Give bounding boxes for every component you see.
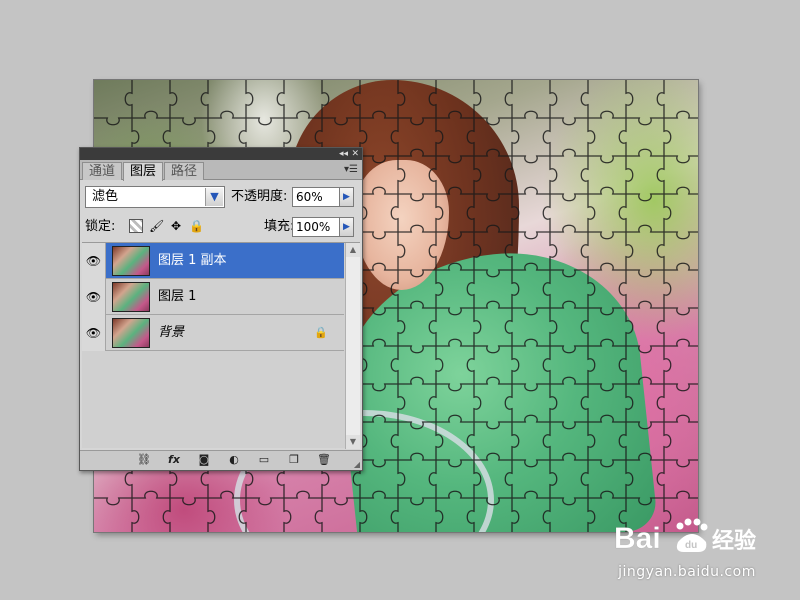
new-layer-icon[interactable]: ❐ xyxy=(284,452,304,468)
panel-menu-icon[interactable]: ▾☰ xyxy=(344,164,358,175)
opacity-input[interactable]: 60% xyxy=(292,187,340,207)
lock-image-brush-icon[interactable]: 🖌 xyxy=(149,219,164,233)
eye-icon[interactable]: 👁 xyxy=(82,243,106,279)
layers-panel[interactable]: ◂◂ ✕ 通道 图层 路径 ▾☰ 滤色 ▼ 不透明度: 60% ▶ 锁定: 🖌 … xyxy=(79,147,363,471)
folder-icon[interactable]: ▭ xyxy=(254,452,274,468)
tab-channels[interactable]: 通道 xyxy=(82,162,123,180)
tab-layers[interactable]: 图层 xyxy=(123,162,164,181)
eye-icon[interactable]: 👁 xyxy=(82,279,106,315)
layer-thumbnail xyxy=(112,282,150,312)
eye-icon[interactable]: 👁 xyxy=(82,315,106,351)
mask-icon[interactable]: ◙ xyxy=(194,452,214,468)
fx-icon[interactable]: fx xyxy=(164,452,184,468)
blend-mode-select[interactable]: 滤色 ▼ xyxy=(85,186,225,208)
baidu-logo: Bai du 经验 xyxy=(614,518,756,555)
trash-icon[interactable]: 🗑 xyxy=(314,452,334,468)
lock-icon: 🔒 xyxy=(314,326,328,339)
panel-bottom-toolbar: ⛓ fx ◙ ◐ ▭ ❐ 🗑 ◢ xyxy=(80,450,362,470)
lock-position-move-icon[interactable]: ✥ xyxy=(169,219,183,233)
blend-row: 滤色 ▼ 不透明度: 60% ▶ xyxy=(85,186,357,208)
layer-row-background[interactable]: 👁 背景 🔒 xyxy=(82,315,344,351)
scroll-up-icon[interactable]: ▲ xyxy=(346,243,360,257)
svg-text:经验: 经验 xyxy=(712,528,756,554)
layer-list[interactable]: 👁 图层 1 副本 👁 图层 1 👁 背景 🔒 ▲ ▼ xyxy=(82,242,360,449)
fill-label: 填充: xyxy=(264,219,295,234)
opacity-slider-arrow-icon[interactable]: ▶ xyxy=(340,187,354,207)
blend-mode-value: 滤色 xyxy=(92,189,119,204)
layers-scrollbar[interactable]: ▲ ▼ xyxy=(345,243,360,449)
fill-slider-arrow-icon[interactable]: ▶ xyxy=(340,217,354,237)
chevron-down-icon[interactable]: ▼ xyxy=(205,188,223,206)
layer-name: 图层 1 xyxy=(158,289,197,304)
fill-input[interactable]: 100% xyxy=(292,217,340,237)
svg-text:Bai: Bai xyxy=(614,522,661,555)
layer-thumbnail xyxy=(112,318,150,348)
lock-row: 锁定: 🖌 ✥ 🔒 填充: 100% ▶ xyxy=(85,216,357,238)
resize-grip-icon[interactable]: ◢ xyxy=(354,460,360,469)
collapse-icon[interactable]: ◂◂ xyxy=(339,148,348,160)
watermark-url: jingyan.baidu.com xyxy=(618,564,756,580)
panel-tabs: 通道 图层 路径 ▾☰ xyxy=(80,160,362,181)
panel-titlebar[interactable]: ◂◂ ✕ xyxy=(80,148,362,160)
layer-name: 图层 1 副本 xyxy=(158,253,227,268)
layer-row-layer1[interactable]: 👁 图层 1 xyxy=(82,279,344,315)
watermark: Bai du 经验 jingyan.baidu.com xyxy=(612,512,772,584)
lock-transparent-icon[interactable] xyxy=(129,219,143,233)
link-icon[interactable]: ⛓ xyxy=(134,452,154,468)
svg-text:du: du xyxy=(685,540,697,551)
layer-name: 背景 xyxy=(158,325,185,340)
opacity-label: 不透明度: xyxy=(231,189,288,204)
adjustment-icon[interactable]: ◐ xyxy=(224,452,244,468)
scroll-down-icon[interactable]: ▼ xyxy=(346,435,360,449)
close-icon[interactable]: ✕ xyxy=(351,148,359,160)
layer-row-copy[interactable]: 👁 图层 1 副本 xyxy=(82,243,344,279)
layer-thumbnail xyxy=(112,246,150,276)
lock-all-icon[interactable]: 🔒 xyxy=(189,219,204,233)
tab-paths[interactable]: 路径 xyxy=(164,162,205,180)
lock-label: 锁定: xyxy=(85,219,116,234)
